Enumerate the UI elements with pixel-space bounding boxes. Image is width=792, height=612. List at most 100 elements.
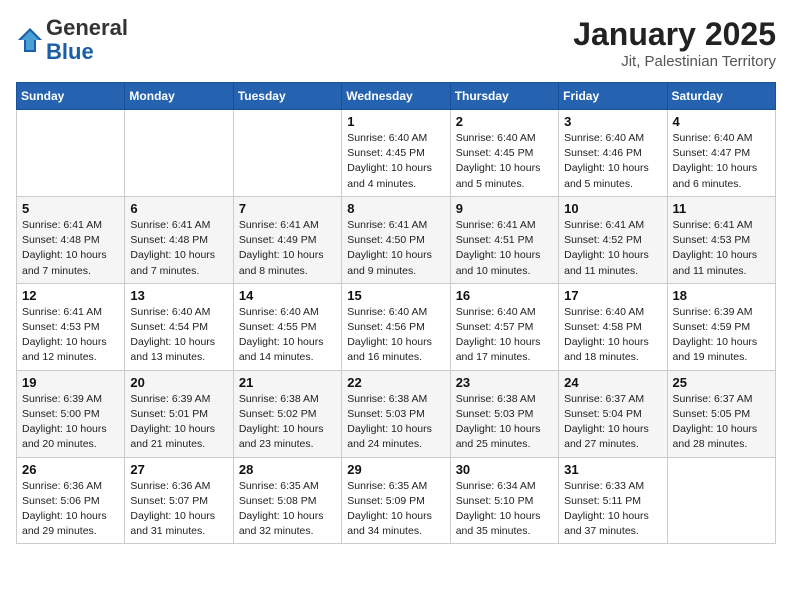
- calendar-cell: 10Sunrise: 6:41 AMSunset: 4:52 PMDayligh…: [559, 196, 667, 283]
- calendar-week-row: 12Sunrise: 6:41 AMSunset: 4:53 PMDayligh…: [17, 283, 776, 370]
- day-info: Sunrise: 6:38 AMSunset: 5:03 PMDaylight:…: [347, 392, 444, 453]
- calendar-cell: 6 Sunrise: 6:41 AMSunset: 4:48 PMDaylight…: [125, 196, 233, 283]
- calendar-cell: 22 Sunrise: 6:38 AMSunset: 5:03 PMDayligh…: [342, 370, 450, 457]
- calendar-cell: 12Sunrise: 6:41 AMSunset: 4:53 PMDayligh…: [17, 283, 125, 370]
- day-number: 29: [347, 462, 444, 477]
- weekday-header: Saturday: [667, 83, 775, 110]
- day-info: Sunrise: 6:35 AMSunset: 5:09 PMDaylight:…: [347, 479, 444, 540]
- calendar-week-row: 5 Sunrise: 6:41 AMSunset: 4:48 PMDaylight…: [17, 196, 776, 283]
- weekday-header: Thursday: [450, 83, 558, 110]
- day-number: 11: [673, 201, 770, 216]
- calendar-cell: [667, 457, 775, 544]
- day-number: 20: [130, 375, 227, 390]
- day-number: 15: [347, 288, 444, 303]
- calendar-cell: 2 Sunrise: 6:40 AMSunset: 4:45 PMDaylight…: [450, 110, 558, 197]
- day-info: Sunrise: 6:40 AMSunset: 4:58 PMDaylight:…: [564, 305, 661, 366]
- calendar-header-row: SundayMondayTuesdayWednesdayThursdayFrid…: [17, 83, 776, 110]
- calendar-cell: 30Sunrise: 6:34 AMSunset: 5:10 PMDayligh…: [450, 457, 558, 544]
- day-info: Sunrise: 6:37 AMSunset: 5:05 PMDaylight:…: [673, 392, 770, 453]
- day-number: 13: [130, 288, 227, 303]
- calendar-cell: 17Sunrise: 6:40 AMSunset: 4:58 PMDayligh…: [559, 283, 667, 370]
- day-info: Sunrise: 6:41 AMSunset: 4:50 PMDaylight:…: [347, 218, 444, 279]
- day-info: Sunrise: 6:40 AMSunset: 4:47 PMDaylight:…: [673, 131, 770, 192]
- day-info: Sunrise: 6:41 AMSunset: 4:53 PMDaylight:…: [673, 218, 770, 279]
- calendar-cell: 18Sunrise: 6:39 AMSunset: 4:59 PMDayligh…: [667, 283, 775, 370]
- calendar-subtitle: Jit, Palestinian Territory: [573, 53, 776, 70]
- calendar-cell: 15 Sunrise: 6:40 AMSunset: 4:56 PMDayligh…: [342, 283, 450, 370]
- calendar-title: January 2025: [573, 16, 776, 53]
- calendar-cell: 14 Sunrise: 6:40 AMSunset: 4:55 PMDayligh…: [233, 283, 341, 370]
- day-number: 2: [456, 114, 553, 129]
- day-number: 3: [564, 114, 661, 129]
- day-number: 26: [22, 462, 119, 477]
- day-info: Sunrise: 6:38 AMSunset: 5:02 PMDaylight:…: [239, 392, 336, 453]
- day-number: 24: [564, 375, 661, 390]
- day-number: 22: [347, 375, 444, 390]
- calendar-cell: 13 Sunrise: 6:40 AMSunset: 4:54 PMDayligh…: [125, 283, 233, 370]
- day-info: Sunrise: 6:41 AMSunset: 4:49 PMDaylight:…: [239, 218, 336, 279]
- calendar-week-row: 26 Sunrise: 6:36 AMSunset: 5:06 PMDayligh…: [17, 457, 776, 544]
- calendar-cell: 1 Sunrise: 6:40 AMSunset: 4:45 PMDaylight…: [342, 110, 450, 197]
- day-number: 8: [347, 201, 444, 216]
- calendar-body: 1 Sunrise: 6:40 AMSunset: 4:45 PMDaylight…: [17, 110, 776, 544]
- day-info: Sunrise: 6:41 AMSunset: 4:48 PMDaylight:…: [22, 218, 119, 279]
- day-number: 18: [673, 288, 770, 303]
- calendar-cell: 31 Sunrise: 6:33 AMSunset: 5:11 PMDayligh…: [559, 457, 667, 544]
- day-info: Sunrise: 6:41 AMSunset: 4:53 PMDaylight:…: [22, 305, 119, 366]
- day-info: Sunrise: 6:40 AMSunset: 4:56 PMDaylight:…: [347, 305, 444, 366]
- day-number: 30: [456, 462, 553, 477]
- calendar-cell: 4Sunrise: 6:40 AMSunset: 4:47 PMDaylight…: [667, 110, 775, 197]
- calendar-cell: 29 Sunrise: 6:35 AMSunset: 5:09 PMDayligh…: [342, 457, 450, 544]
- day-info: Sunrise: 6:41 AMSunset: 4:51 PMDaylight:…: [456, 218, 553, 279]
- calendar-cell: [17, 110, 125, 197]
- calendar-cell: [233, 110, 341, 197]
- day-number: 25: [673, 375, 770, 390]
- calendar-cell: 19 Sunrise: 6:39 AMSunset: 5:00 PMDayligh…: [17, 370, 125, 457]
- day-info: Sunrise: 6:33 AMSunset: 5:11 PMDaylight:…: [564, 479, 661, 540]
- calendar-cell: 21 Sunrise: 6:38 AMSunset: 5:02 PMDayligh…: [233, 370, 341, 457]
- day-number: 27: [130, 462, 227, 477]
- page-header: General Blue January 2025 Jit, Palestini…: [16, 16, 776, 70]
- calendar-cell: 5 Sunrise: 6:41 AMSunset: 4:48 PMDaylight…: [17, 196, 125, 283]
- day-info: Sunrise: 6:40 AMSunset: 4:46 PMDaylight:…: [564, 131, 661, 192]
- day-info: Sunrise: 6:40 AMSunset: 4:57 PMDaylight:…: [456, 305, 553, 366]
- day-info: Sunrise: 6:41 AMSunset: 4:52 PMDaylight:…: [564, 218, 661, 279]
- day-info: Sunrise: 6:41 AMSunset: 4:48 PMDaylight:…: [130, 218, 227, 279]
- day-number: 28: [239, 462, 336, 477]
- day-info: Sunrise: 6:36 AMSunset: 5:07 PMDaylight:…: [130, 479, 227, 540]
- calendar-cell: 20 Sunrise: 6:39 AMSunset: 5:01 PMDayligh…: [125, 370, 233, 457]
- logo-general: General: [46, 15, 128, 40]
- calendar-cell: 28Sunrise: 6:35 AMSunset: 5:08 PMDayligh…: [233, 457, 341, 544]
- calendar-cell: 16Sunrise: 6:40 AMSunset: 4:57 PMDayligh…: [450, 283, 558, 370]
- day-info: Sunrise: 6:36 AMSunset: 5:06 PMDaylight:…: [22, 479, 119, 540]
- day-info: Sunrise: 6:40 AMSunset: 4:54 PMDaylight:…: [130, 305, 227, 366]
- day-number: 14: [239, 288, 336, 303]
- calendar-cell: 25 Sunrise: 6:37 AMSunset: 5:05 PMDayligh…: [667, 370, 775, 457]
- day-number: 19: [22, 375, 119, 390]
- weekday-header: Tuesday: [233, 83, 341, 110]
- calendar-cell: 8 Sunrise: 6:41 AMSunset: 4:50 PMDaylight…: [342, 196, 450, 283]
- weekday-header: Sunday: [17, 83, 125, 110]
- day-info: Sunrise: 6:38 AMSunset: 5:03 PMDaylight:…: [456, 392, 553, 453]
- day-number: 1: [347, 114, 444, 129]
- day-info: Sunrise: 6:40 AMSunset: 4:55 PMDaylight:…: [239, 305, 336, 366]
- day-info: Sunrise: 6:40 AMSunset: 4:45 PMDaylight:…: [347, 131, 444, 192]
- day-number: 21: [239, 375, 336, 390]
- logo-blue: Blue: [46, 39, 94, 64]
- day-info: Sunrise: 6:39 AMSunset: 5:01 PMDaylight:…: [130, 392, 227, 453]
- calendar-week-row: 1 Sunrise: 6:40 AMSunset: 4:45 PMDaylight…: [17, 110, 776, 197]
- calendar-cell: 7Sunrise: 6:41 AMSunset: 4:49 PMDaylight…: [233, 196, 341, 283]
- weekday-header: Monday: [125, 83, 233, 110]
- calendar-table: SundayMondayTuesdayWednesdayThursdayFrid…: [16, 82, 776, 544]
- weekday-header: Wednesday: [342, 83, 450, 110]
- day-info: Sunrise: 6:39 AMSunset: 5:00 PMDaylight:…: [22, 392, 119, 453]
- calendar-cell: 26 Sunrise: 6:36 AMSunset: 5:06 PMDayligh…: [17, 457, 125, 544]
- day-number: 31: [564, 462, 661, 477]
- day-info: Sunrise: 6:40 AMSunset: 4:45 PMDaylight:…: [456, 131, 553, 192]
- calendar-week-row: 19 Sunrise: 6:39 AMSunset: 5:00 PMDayligh…: [17, 370, 776, 457]
- day-number: 5: [22, 201, 119, 216]
- day-number: 6: [130, 201, 227, 216]
- day-number: 9: [456, 201, 553, 216]
- day-info: Sunrise: 6:37 AMSunset: 5:04 PMDaylight:…: [564, 392, 661, 453]
- calendar-cell: 3 Sunrise: 6:40 AMSunset: 4:46 PMDaylight…: [559, 110, 667, 197]
